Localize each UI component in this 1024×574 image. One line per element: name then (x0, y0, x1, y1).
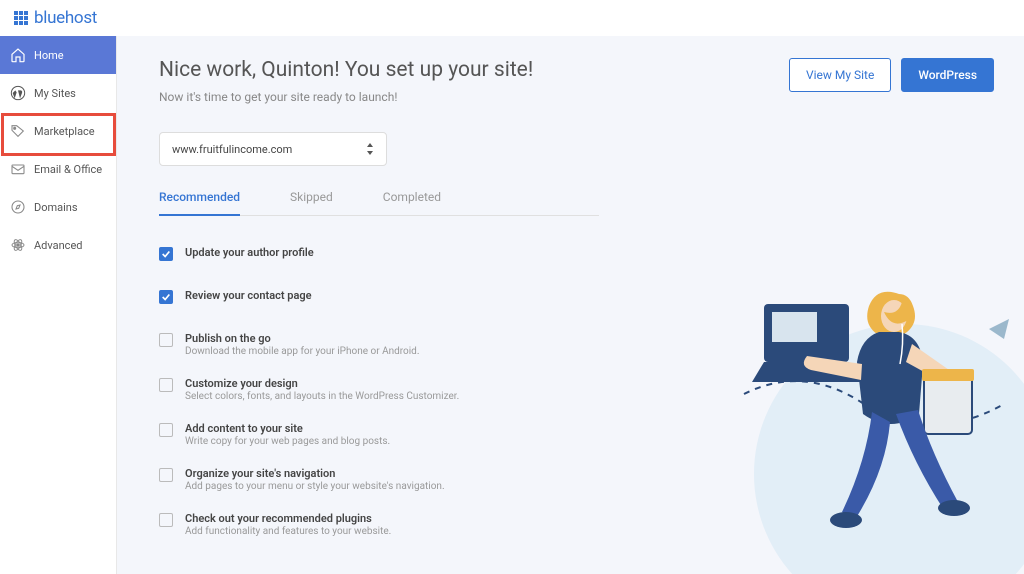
task-tabs: Recommended Skipped Completed (159, 190, 599, 216)
sidebar-item-home[interactable]: Home (0, 36, 116, 74)
sidebar-item-marketplace[interactable]: Marketplace (0, 112, 116, 150)
main-content: Nice work, Quinton! You set up your site… (117, 36, 1024, 574)
sidebar-item-label: Domains (34, 201, 78, 214)
sidebar-item-mysites[interactable]: My Sites (0, 74, 116, 112)
wordpress-icon (10, 85, 26, 101)
task-row[interactable]: Add content to your site Write copy for … (159, 412, 994, 457)
tab-skipped[interactable]: Skipped (290, 190, 333, 215)
task-list: Update your author profile Review your c… (159, 236, 994, 547)
grid-icon (14, 11, 28, 25)
sidebar-item-advanced[interactable]: Advanced (0, 226, 116, 264)
top-header: bluehost (0, 0, 1024, 36)
compass-icon (10, 199, 26, 215)
task-row[interactable]: Review your contact page (159, 279, 994, 322)
site-selector-value: www.fruitfulincome.com (172, 143, 292, 156)
checkbox-icon[interactable] (159, 333, 173, 347)
task-row[interactable]: Check out your recommended plugins Add f… (159, 502, 994, 547)
task-title: Update your author profile (185, 246, 994, 259)
checkbox-icon[interactable] (159, 513, 173, 527)
sidebar-item-label: Email & Office (34, 163, 102, 176)
task-title: Check out your recommended plugins (185, 512, 994, 525)
task-row[interactable]: Update your author profile (159, 236, 994, 279)
atom-icon (10, 237, 26, 253)
checkbox-icon[interactable] (159, 290, 173, 304)
checkbox-icon[interactable] (159, 378, 173, 392)
sidebar-item-label: My Sites (34, 87, 76, 100)
sidebar-item-label: Home (34, 49, 64, 62)
brand-name: bluehost (34, 8, 97, 28)
tab-recommended[interactable]: Recommended (159, 190, 240, 215)
page-subtitle: Now it's time to get your site ready to … (159, 90, 533, 104)
site-selector[interactable]: www.fruitfulincome.com (159, 132, 387, 166)
sidebar-item-label: Marketplace (34, 125, 95, 138)
task-title: Add content to your site (185, 422, 994, 435)
task-title: Organize your site's navigation (185, 467, 994, 480)
task-row[interactable]: Publish on the go Download the mobile ap… (159, 322, 994, 367)
task-title: Publish on the go (185, 332, 994, 345)
view-site-button[interactable]: View My Site (789, 58, 891, 92)
task-desc: Write copy for your web pages and blog p… (185, 436, 994, 447)
task-desc: Add pages to your menu or style your web… (185, 481, 994, 492)
checkbox-icon[interactable] (159, 423, 173, 437)
checkbox-icon[interactable] (159, 468, 173, 482)
tag-icon (10, 123, 26, 139)
sidebar-item-email[interactable]: Email & Office (0, 150, 116, 188)
task-desc: Select colors, fonts, and layouts in the… (185, 391, 994, 402)
updown-icon (366, 143, 374, 155)
brand-logo[interactable]: bluehost (14, 8, 97, 28)
sidebar-item-domains[interactable]: Domains (0, 188, 116, 226)
page-title: Nice work, Quinton! You set up your site… (159, 58, 533, 82)
tab-completed[interactable]: Completed (383, 190, 441, 215)
task-title: Review your contact page (185, 289, 994, 302)
home-icon (10, 47, 26, 63)
task-row[interactable]: Customize your design Select colors, fon… (159, 367, 994, 412)
checkbox-icon[interactable] (159, 247, 173, 261)
wordpress-button[interactable]: WordPress (901, 58, 994, 92)
task-row[interactable]: Organize your site's navigation Add page… (159, 457, 994, 502)
sidebar-item-label: Advanced (34, 239, 82, 252)
task-title: Customize your design (185, 377, 994, 390)
sidebar: Home My Sites Marketplace Email & Office… (0, 36, 117, 574)
task-desc: Add functionality and features to your w… (185, 526, 994, 537)
task-desc: Download the mobile app for your iPhone … (185, 346, 994, 357)
mail-icon (10, 161, 26, 177)
